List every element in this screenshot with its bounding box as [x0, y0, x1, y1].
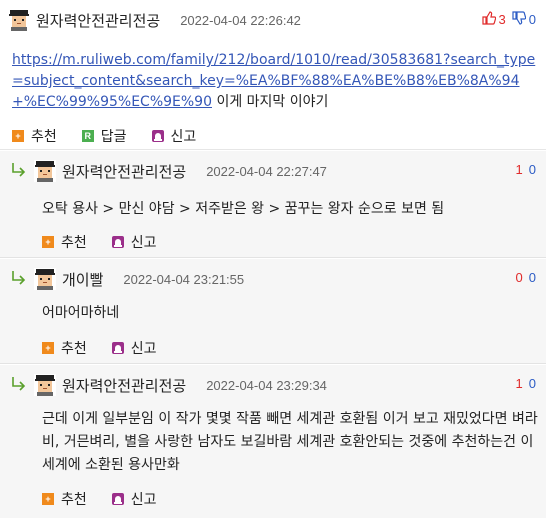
vote-counts: 3 0: [481, 11, 536, 28]
comment-date: 2022-04-04 23:29:34: [206, 377, 327, 393]
reply-button[interactable]: R 답글: [81, 126, 127, 146]
recommend-button[interactable]: + 추천: [12, 126, 57, 146]
comment-item: 원자력안전관리전공 2022-04-04 22:27:47 1 0 오탁 용사 …: [0, 151, 546, 258]
up-count[interactable]: 1: [516, 376, 523, 391]
recommend-button[interactable]: + 추천: [42, 489, 87, 509]
report-icon: [151, 130, 164, 142]
report-button[interactable]: 신고: [111, 232, 157, 252]
report-label: 신고: [170, 129, 197, 145]
up-count[interactable]: 0: [516, 270, 523, 285]
thumb-down-icon[interactable]: [512, 11, 527, 28]
vote-counts: 1 0: [516, 162, 536, 177]
plus-icon: +: [42, 493, 54, 505]
comment-body: 어마어마하네: [42, 305, 120, 321]
author-name[interactable]: 원자력안전관리전공: [62, 161, 186, 182]
report-label: 신고: [130, 341, 157, 357]
reply-label: 답글: [100, 129, 127, 145]
comment-date: 2022-04-04 23:21:55: [123, 271, 245, 287]
up-count[interactable]: 1: [516, 162, 523, 177]
author-name[interactable]: 개이빨: [62, 269, 103, 290]
comment-body: 근데 이게 일부분임 이 작가 몇몇 작품 빼면 세계관 호환됨 이거 보고 재…: [42, 411, 538, 473]
recommend-label: 추천: [61, 341, 87, 357]
report-icon: [111, 493, 124, 505]
comment-actions: + 추천 신고: [42, 232, 182, 252]
vote-counts: 0 0: [516, 270, 536, 285]
comment-body: 오탁 용사 > 만신 야담 > 저주받은 왕 > 꿈꾸는 왕자 순으로 보면 됨: [42, 201, 445, 217]
report-icon: [111, 342, 124, 354]
avatar[interactable]: [34, 374, 56, 396]
post-date: 2022-04-04 22:26:42: [180, 12, 301, 28]
comment-actions: + 추천 신고: [42, 489, 182, 509]
reply-arrow-icon: [10, 161, 28, 179]
post-body: https://m.ruliweb.com/family/212/board/1…: [12, 50, 536, 113]
report-label: 신고: [130, 492, 157, 508]
comment-item: 개이빨 2022-04-04 23:21:55 0 0 어마어마하네 + 추천 …: [0, 259, 546, 364]
report-button[interactable]: 신고: [151, 126, 197, 146]
post-actions: + 추천 R 답글 신고: [12, 126, 221, 146]
report-icon: [111, 236, 124, 248]
report-button[interactable]: 신고: [111, 489, 157, 509]
down-count[interactable]: 0: [529, 376, 536, 391]
reply-icon: R: [81, 130, 94, 142]
reply-arrow-icon: [10, 269, 28, 287]
author-name[interactable]: 원자력안전관리전공: [62, 375, 186, 396]
post-text: 이게 마지막 이야기: [212, 94, 329, 110]
recommend-button[interactable]: + 추천: [42, 338, 87, 358]
recommend-button[interactable]: + 추천: [42, 232, 87, 252]
down-count[interactable]: 0: [529, 270, 536, 285]
avatar[interactable]: [8, 9, 30, 31]
comment-header: 원자력안전관리전공 2022-04-04 23:29:34: [34, 374, 327, 396]
report-button[interactable]: 신고: [111, 338, 157, 358]
post-header: 원자력안전관리전공 2022-04-04 22:26:42: [8, 9, 301, 31]
author-name[interactable]: 원자력안전관리전공: [36, 10, 160, 31]
comment-header: 원자력안전관리전공 2022-04-04 22:27:47: [34, 160, 327, 182]
comment-item: 원자력안전관리전공 2022-04-04 23:29:34 1 0 근데 이게 …: [0, 365, 546, 518]
comment-actions: + 추천 신고: [42, 338, 182, 358]
up-count: 3: [498, 12, 506, 27]
recommend-label: 추천: [61, 492, 87, 508]
reply-arrow-icon: [10, 375, 28, 393]
comment-header: 개이빨 2022-04-04 23:21:55: [34, 268, 244, 290]
main-post: 원자력안전관리전공 2022-04-04 22:26:42 3 0 https:…: [0, 0, 546, 150]
recommend-label: 추천: [61, 235, 87, 251]
report-label: 신고: [130, 235, 157, 251]
plus-icon: +: [12, 130, 24, 142]
comment-date: 2022-04-04 22:27:47: [206, 163, 327, 179]
thumb-up-icon[interactable]: [481, 11, 496, 28]
down-count[interactable]: 0: [529, 162, 536, 177]
plus-icon: +: [42, 342, 54, 354]
recommend-label: 추천: [31, 129, 57, 145]
avatar[interactable]: [34, 160, 56, 182]
avatar[interactable]: [34, 268, 56, 290]
down-count: 0: [528, 12, 536, 27]
plus-icon: +: [42, 236, 54, 248]
vote-counts: 1 0: [516, 376, 536, 391]
